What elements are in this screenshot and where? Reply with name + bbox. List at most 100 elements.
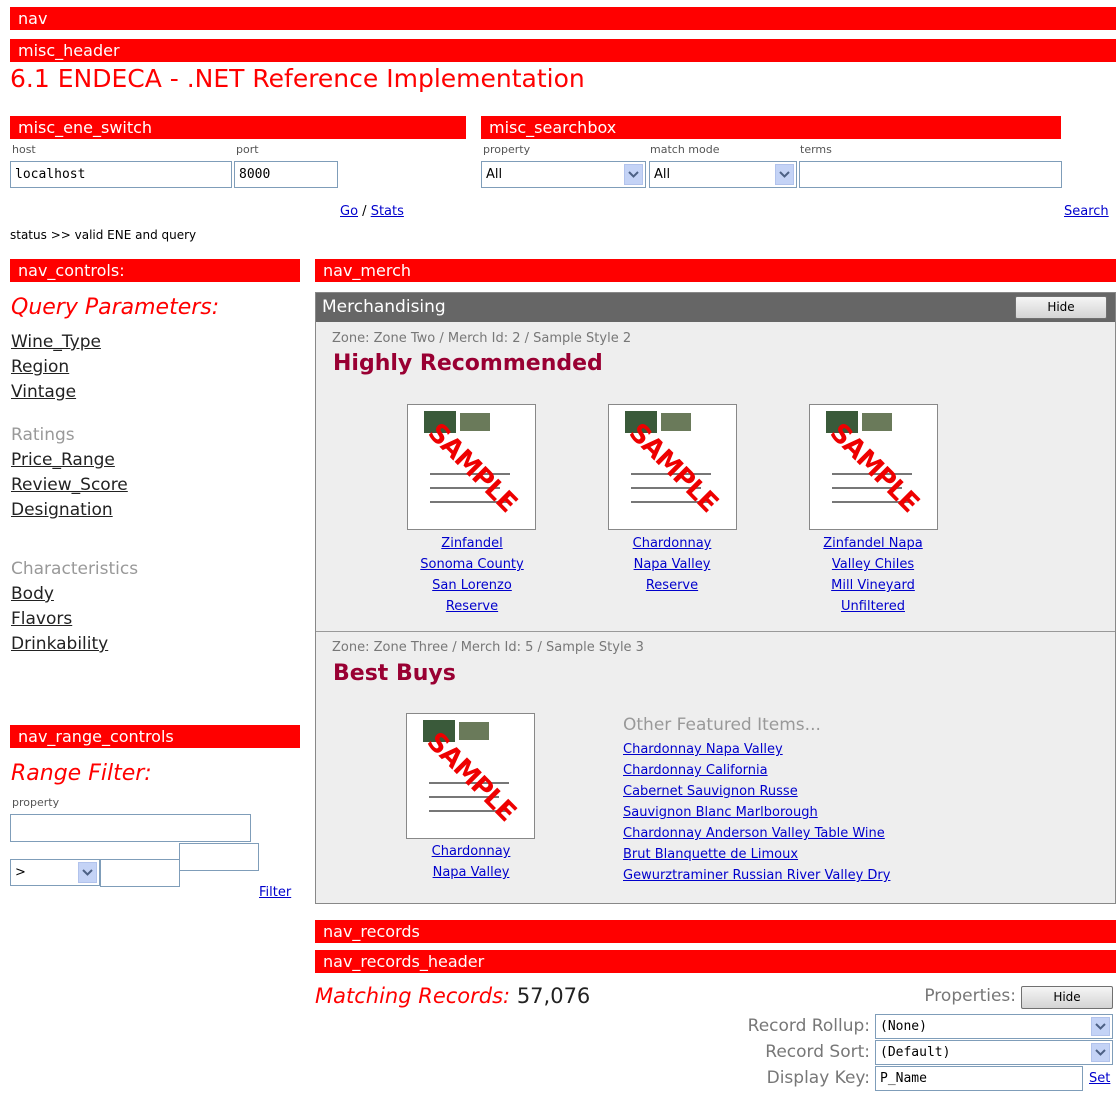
wine-caption: Zinfandel Sonoma County San Lorenzo Rese…: [392, 533, 552, 617]
featured-link[interactable]: Gewurztraminer Russian River Valley Dry: [623, 865, 890, 886]
property-label: property: [483, 143, 531, 156]
record-sort-select[interactable]: (Default): [875, 1040, 1113, 1065]
set-link[interactable]: Set: [1089, 1071, 1110, 1086]
featured-link[interactable]: Chardonnay Anderson Valley Table Wine: [623, 823, 890, 844]
matching-records: Matching Records: 57,076: [315, 984, 590, 1008]
wine-link[interactable]: Zinfandel: [392, 533, 552, 554]
host-input[interactable]: localhost: [10, 161, 232, 188]
featured-link[interactable]: Sauvignon Blanc Marlborough: [623, 802, 890, 823]
port-input[interactable]: 8000: [234, 161, 338, 188]
range-operator-select[interactable]: >: [10, 859, 100, 886]
featured-link[interactable]: Chardonnay California: [623, 760, 890, 781]
page-title: 6.1 ENDECA - .NET Reference Implementati…: [10, 64, 585, 93]
wine-caption: Chardonnay Napa Valley Reserve: [592, 533, 752, 596]
stats-link[interactable]: Stats: [371, 204, 404, 219]
wine-link[interactable]: Unfiltered: [793, 596, 953, 617]
nav-range-controls-bar: nav_range_controls: [10, 725, 300, 748]
go-link[interactable]: Go: [340, 204, 358, 219]
nav-group-a: Wine_Type Region Vintage: [11, 330, 101, 405]
chevron-down-icon[interactable]: [1091, 1017, 1110, 1036]
nav-link-wine-type[interactable]: Wine_Type: [11, 330, 101, 355]
wine-link[interactable]: Reserve: [392, 596, 552, 617]
nav-merch-bar: nav_merch: [315, 259, 1116, 282]
wine-label-image[interactable]: SAMPLE: [406, 713, 535, 839]
misc-ene-switch-bar: misc_ene_switch: [10, 116, 466, 139]
properties-hide-button[interactable]: Hide: [1021, 986, 1113, 1009]
zone1-meta: Zone: Zone Two / Merch Id: 2 / Sample St…: [332, 331, 632, 346]
chevron-down-icon[interactable]: [78, 862, 97, 883]
match-mode-select[interactable]: All: [649, 161, 797, 188]
nav-bar: nav: [10, 7, 1116, 30]
nav-link-region[interactable]: Region: [11, 355, 101, 380]
status-text: status >> valid ENE and query: [10, 228, 197, 242]
go-stats-links: Go / Stats: [340, 204, 404, 219]
matching-records-label: Matching Records:: [315, 984, 511, 1008]
wine-label-image[interactable]: SAMPLE: [407, 404, 536, 530]
merch-hide-button[interactable]: Hide: [1015, 296, 1107, 319]
match-mode-label: match mode: [650, 143, 720, 156]
match-mode-select-value: All: [654, 167, 671, 182]
wine-link[interactable]: Napa Valley: [592, 554, 752, 575]
nav-link-designation[interactable]: Designation: [11, 498, 128, 523]
wine-link[interactable]: Mill Vineyard: [793, 575, 953, 596]
characteristics-group-label: Characteristics: [11, 559, 139, 579]
nav-link-drinkability[interactable]: Drinkability: [11, 632, 138, 657]
port-label: port: [236, 143, 259, 156]
terms-input[interactable]: [799, 161, 1062, 188]
misc-searchbox-bar: misc_searchbox: [481, 116, 1061, 139]
matching-records-count: 57,076: [516, 984, 591, 1008]
property-select-value: All: [486, 167, 503, 182]
go-stats-separator: /: [362, 204, 367, 219]
range-upper-input[interactable]: [179, 843, 259, 871]
zone2-meta: Zone: Zone Three / Merch Id: 5 / Sample …: [332, 640, 644, 655]
record-sort-label: Record Sort:: [765, 1042, 870, 1062]
featured-link[interactable]: Brut Blanquette de Limoux: [623, 844, 890, 865]
nav-group-ratings: Ratings Price_Range Review_Score Designa…: [11, 423, 128, 523]
sample-stamp: SAMPLE: [823, 417, 925, 519]
zone1-title: Highly Recommended: [333, 351, 603, 376]
wine-link[interactable]: Napa Valley: [391, 862, 551, 883]
display-key-input[interactable]: P_Name: [875, 1066, 1083, 1091]
range-property-label: property: [12, 796, 60, 809]
featured-list: Chardonnay Napa Valley Chardonnay Califo…: [623, 739, 890, 886]
query-parameters-heading: Query Parameters:: [11, 295, 220, 320]
sample-stamp: SAMPLE: [420, 726, 522, 828]
featured-link[interactable]: Chardonnay Napa Valley: [623, 739, 890, 760]
filter-link[interactable]: Filter: [259, 885, 291, 900]
range-lower-input[interactable]: [100, 859, 180, 887]
chevron-down-icon[interactable]: [1091, 1043, 1110, 1062]
merch-panel: Merchandising Hide Zone: Zone Two / Merc…: [315, 292, 1116, 904]
chevron-down-icon[interactable]: [624, 164, 643, 185]
wine-link[interactable]: Chardonnay: [391, 841, 551, 862]
nav-link-review-score[interactable]: Review_Score: [11, 473, 128, 498]
sample-stamp: SAMPLE: [421, 417, 523, 519]
nav-link-vintage[interactable]: Vintage: [11, 380, 101, 405]
range-operator-value: >: [15, 865, 26, 880]
wine-link[interactable]: Sonoma County: [392, 554, 552, 575]
range-property-input[interactable]: [10, 814, 251, 842]
wine-link[interactable]: San Lorenzo: [392, 575, 552, 596]
merch-header: Merchandising: [316, 293, 1115, 322]
wine-link[interactable]: Reserve: [592, 575, 752, 596]
nav-link-flavors[interactable]: Flavors: [11, 607, 138, 632]
zone-divider: [316, 631, 1115, 632]
chevron-down-icon[interactable]: [775, 164, 794, 185]
wine-link[interactable]: Chardonnay: [592, 533, 752, 554]
record-rollup-value: (None): [880, 1019, 927, 1034]
wine-link[interactable]: Zinfandel Napa: [793, 533, 953, 554]
search-link[interactable]: Search: [1064, 204, 1109, 219]
record-rollup-select[interactable]: (None): [875, 1014, 1113, 1039]
wine-label-image[interactable]: SAMPLE: [608, 404, 737, 530]
host-label: host: [12, 143, 36, 156]
nav-link-price-range[interactable]: Price_Range: [11, 448, 128, 473]
wine-link[interactable]: Valley Chiles: [793, 554, 953, 575]
other-featured-heading: Other Featured Items...: [623, 715, 821, 735]
ratings-group-label: Ratings: [11, 425, 75, 445]
misc-header-bar: misc_header: [10, 39, 1116, 62]
featured-link[interactable]: Cabernet Sauvignon Russe: [623, 781, 890, 802]
property-select[interactable]: All: [481, 161, 646, 188]
nav-link-body[interactable]: Body: [11, 582, 138, 607]
wine-label-image[interactable]: SAMPLE: [809, 404, 938, 530]
nav-records-bar: nav_records: [315, 920, 1116, 943]
zone2-title: Best Buys: [333, 661, 456, 686]
